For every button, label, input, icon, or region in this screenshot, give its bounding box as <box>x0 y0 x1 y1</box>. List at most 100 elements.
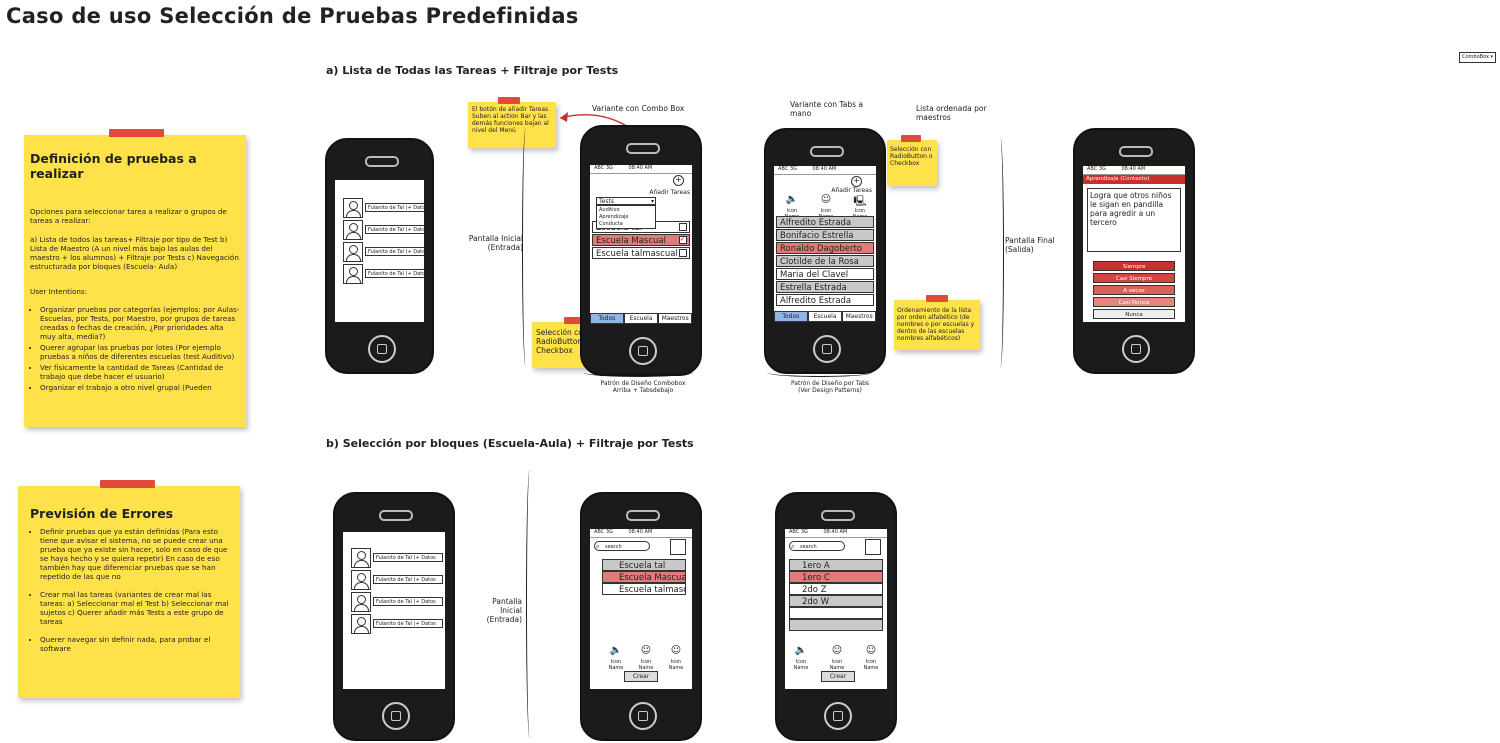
smiley-icon[interactable]: ☺ <box>814 194 838 205</box>
list-item[interactable]: Maria del Clavel <box>776 268 874 280</box>
combobox-widget[interactable]: ComboBox ▾ <box>1459 52 1497 63</box>
list-item[interactable]: Fulanito de Tal (+ Datos <box>373 553 443 562</box>
tab-escuela[interactable]: Escuela <box>623 313 659 324</box>
status-signal: ABC 3G <box>594 165 613 171</box>
search-input[interactable]: search <box>594 541 650 551</box>
tests-combobox[interactable]: Tests ▾ <box>596 197 656 205</box>
search-input[interactable]: search <box>789 541 845 551</box>
note-order-text: Ordenamiento de la lista por orden alfab… <box>897 307 975 342</box>
combobox-widget-label: ComboBox <box>1462 54 1489 60</box>
label-patron-combo: Patrón de Diseño Combobox Arriba + Tabsd… <box>600 380 686 394</box>
list-item[interactable]: Escuela Mascual <box>592 234 690 246</box>
list-item[interactable]: Escuela tal <box>602 559 686 571</box>
list-item[interactable]: Escuela talmascual <box>592 247 690 259</box>
tab-todos[interactable]: Todos <box>590 313 624 324</box>
list-item[interactable]: Fulanito de Tal (+ Datos <box>365 225 424 234</box>
avatar <box>343 198 363 218</box>
add-icon[interactable]: + <box>673 175 684 186</box>
tab-todos[interactable]: Todos <box>774 311 808 322</box>
smiley-icon[interactable]: ☺ <box>664 645 688 656</box>
home-button[interactable] <box>382 702 410 730</box>
speaker-icon[interactable]: 🔈 <box>789 645 813 656</box>
search-icon: ⌕ <box>596 543 600 550</box>
tape <box>901 135 921 142</box>
question-text: Logra que otros niños le sigan en pandil… <box>1087 188 1181 252</box>
speaker <box>379 510 413 521</box>
list-item[interactable]: 1ero C <box>789 571 883 583</box>
home-button[interactable] <box>813 335 841 363</box>
tab-maestros[interactable]: Maestros <box>842 311 876 322</box>
list-item[interactable]: Clotilde de la Rosa <box>776 255 874 267</box>
list-item[interactable]: Bonifacio Estrella <box>776 229 874 241</box>
answer-casi-nunca-button[interactable]: Casi Nunca <box>1093 297 1175 307</box>
section-b-label: b) Selección por bloques (Escuela-Aula) … <box>326 437 694 450</box>
list-item[interactable]: Alfredito Estrada <box>776 294 874 306</box>
add-user-icon[interactable] <box>865 539 881 555</box>
list-item[interactable]: Fulanito de Tal (+ Datos <box>365 269 424 278</box>
status-signal: ABC 3G <box>789 529 808 535</box>
list-item[interactable]: Fulanito de Tal (+ Datos <box>373 575 443 584</box>
add-user-icon[interactable] <box>670 539 686 555</box>
home-button[interactable] <box>629 337 657 365</box>
checkbox[interactable] <box>679 249 687 257</box>
list-item[interactable]: Fulanito de Tal (+ Datos <box>365 247 424 256</box>
status-bar: ABC 3G 08:40 AM <box>785 529 887 538</box>
speaker <box>626 143 660 154</box>
tab-maestros[interactable]: Maestros <box>658 313 692 324</box>
brace <box>522 128 531 366</box>
list-item: Querer agrupar las pruebas por lotes (Po… <box>40 343 240 361</box>
label-pantalla-final: Pantalla Final (Salida) <box>1005 236 1055 254</box>
answer-nunca-button[interactable]: Nunca <box>1093 309 1175 319</box>
home-button[interactable] <box>824 702 852 730</box>
speaker-icon[interactable]: 🔈 <box>604 645 628 656</box>
brace <box>526 470 535 738</box>
list-item[interactable]: Fulanito de Tal (+ Datos <box>365 203 424 212</box>
list-item[interactable]: 2do Z <box>789 583 883 595</box>
avatar <box>343 264 363 284</box>
crear-button[interactable]: Crear <box>624 671 658 682</box>
smiley-icon[interactable]: ☺ <box>859 645 883 656</box>
home-button[interactable] <box>367 335 396 363</box>
note-add-task: El botón de añadir Tareas Suben al actio… <box>468 97 556 148</box>
combo-option[interactable]: Auditivo <box>599 207 653 214</box>
list-item[interactable]: Alfredito Estrada <box>776 216 874 228</box>
checkbox[interactable] <box>679 223 687 231</box>
phone-screen: Fulanito de Tal (+ Datos Fulanito de Tal… <box>343 532 445 689</box>
combo-option[interactable]: Conducta <box>599 221 653 228</box>
list-item: Organizar pruebas por categorías (ejempl… <box>40 305 240 341</box>
add-icon[interactable]: + <box>851 176 862 187</box>
tab-escuela[interactable]: Escuela <box>807 311 843 322</box>
list-item[interactable]: Escuela Mascual <box>602 571 686 583</box>
combo-option[interactable]: Aprendizaje <box>599 214 653 221</box>
list-item[interactable]: Escuela talmascual <box>602 583 686 595</box>
smiley-icon[interactable]: ☺ <box>825 645 849 656</box>
checkbox-checked[interactable]: ✓ <box>679 236 687 244</box>
tape <box>100 480 155 488</box>
home-button[interactable] <box>629 702 657 730</box>
icon-label: Icon Name <box>638 659 654 671</box>
list-item: Organizar el trabajo a otro nivel grupal… <box>40 383 240 392</box>
search-placeholder: search <box>605 544 622 550</box>
smiley-icon[interactable]: ☺ <box>634 645 658 656</box>
home-button[interactable] <box>1122 335 1150 363</box>
answer-casi-siempre-button[interactable]: Casi Siempre <box>1093 273 1175 283</box>
icon-label: Icon Name <box>793 659 809 671</box>
answer-siempre-button[interactable]: Siempre <box>1093 261 1175 271</box>
page-title: Caso de uso Selección de Pruebas Predefi… <box>6 4 579 28</box>
list-item[interactable]: Estrella Estrada <box>776 281 874 293</box>
avatar <box>351 548 371 568</box>
phone-screen: ABC 3G 08:40 AM search ⌕ 1ero A 1ero C 2… <box>785 529 887 689</box>
list-item[interactable]: Fulanito de Tal (+ Datos <box>373 619 443 628</box>
list-item[interactable]: Ronaldo Dagoberto <box>776 242 874 254</box>
list-item[interactable]: 1ero A <box>789 559 883 571</box>
speaker-icon[interactable]: 🔈 <box>780 194 804 205</box>
note-radio-small: Selección con RadioButton o Checkbox <box>887 135 937 186</box>
answer-a-veces-button[interactable]: A veces <box>1093 285 1175 295</box>
list-item[interactable]: 2do W <box>789 595 883 607</box>
list-item[interactable]: Fulanito de Tal (+ Datos <box>373 597 443 606</box>
icon-label: Icon Name <box>608 659 624 671</box>
crear-button[interactable]: Crear <box>821 671 855 682</box>
phone-screen: Fulanito de Tal (+ Datos Fulanito de Tal… <box>335 180 424 322</box>
context-header: Aprendizaje (Contexto) <box>1083 175 1185 184</box>
chevron-down-icon: ▾ <box>1490 54 1494 60</box>
